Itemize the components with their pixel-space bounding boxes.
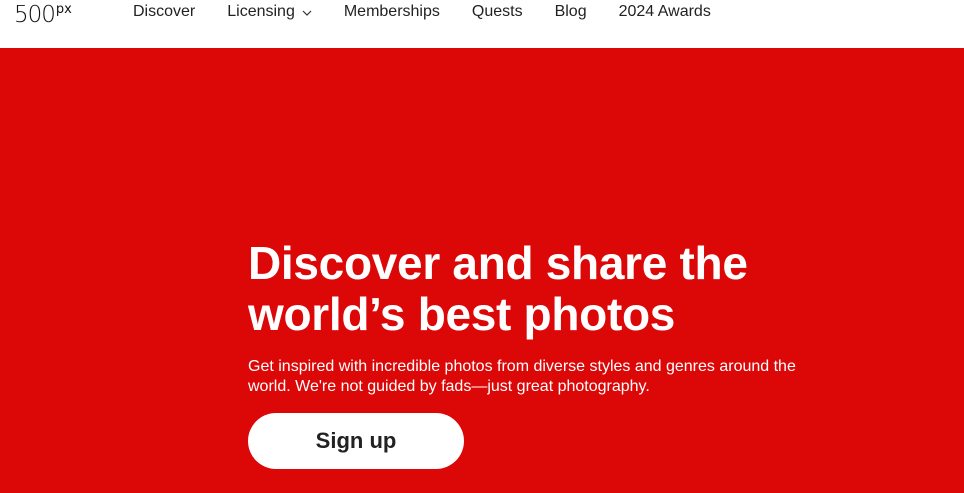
hero-headline: Discover and share the world’s best phot… <box>248 238 868 340</box>
nav-item-discover[interactable]: Discover <box>133 3 195 21</box>
nav-item-label: 2024 Awards <box>618 3 711 20</box>
nav-item-memberships[interactable]: Memberships <box>344 3 440 21</box>
nav-item-label: Memberships <box>343 3 440 20</box>
nav-item-label: Licensing <box>227 3 295 20</box>
main-nav: Discover Licensing Memberships Quests Bl… <box>133 0 711 24</box>
sign-up-button[interactable]: Sign up <box>248 413 464 469</box>
logo-suffix: px <box>55 2 72 17</box>
hero-subtext: Get inspired with incredible photos from… <box>248 357 828 397</box>
logo[interactable]: 500 px <box>14 2 72 28</box>
hero-subtext-line: Get inspired with incredible photos from… <box>248 358 796 375</box>
nav-item-awards[interactable]: 2024 Awards <box>619 3 711 21</box>
top-navigation-bar: 500 px Discover Licensing Memberships Qu… <box>0 0 964 48</box>
hero-headline-line: world’s best photos <box>248 288 676 340</box>
hero-headline-line: Discover and share the <box>248 237 748 289</box>
nav-item-licensing[interactable]: Licensing <box>227 3 312 21</box>
chevron-down-icon <box>302 10 312 16</box>
nav-item-label: Quests <box>471 3 523 20</box>
nav-item-quests[interactable]: Quests <box>472 3 523 21</box>
nav-item-label: Discover <box>133 3 196 20</box>
logo-number: 500 <box>14 2 56 28</box>
hero-banner: Discover and share the world’s best phot… <box>0 48 964 493</box>
nav-item-label: Blog <box>554 3 587 20</box>
hero-subtext-line: world. We're not guided by fads—just gre… <box>248 378 650 395</box>
nav-item-blog[interactable]: Blog <box>555 3 587 21</box>
